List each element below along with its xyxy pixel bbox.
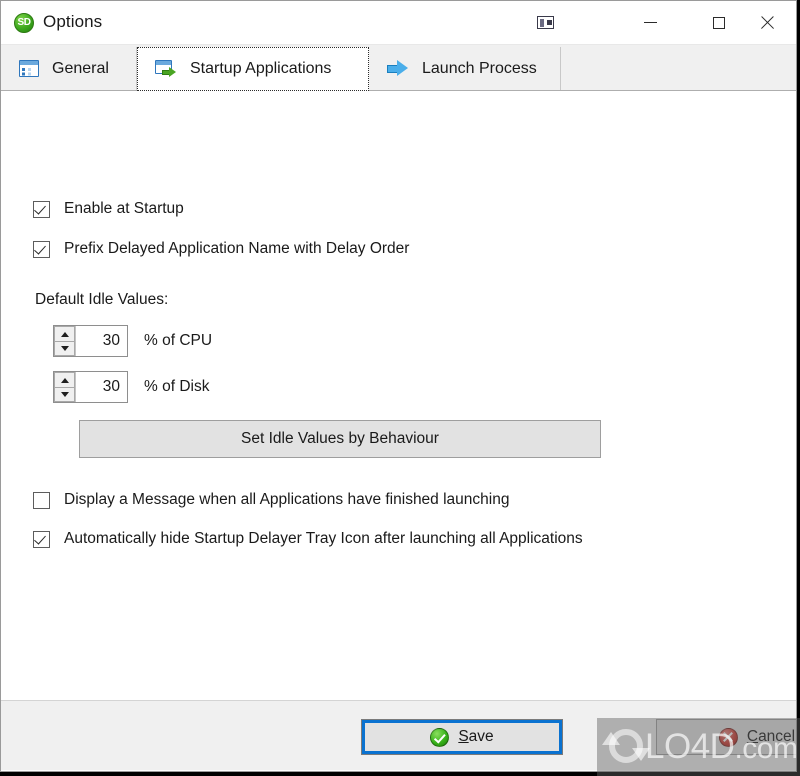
tab-launch-process-label: Launch Process (422, 59, 537, 77)
save-rest: ave (468, 728, 494, 745)
chevron-down-icon (60, 392, 69, 397)
save-button-label: Save (458, 728, 493, 746)
minimize-icon (643, 22, 657, 23)
window-form-icon (19, 60, 39, 77)
disk-spinner[interactable]: 30 (53, 371, 128, 403)
default-idle-values-heading: Default Idle Values: (35, 291, 169, 308)
disk-spinner-buttons[interactable] (54, 372, 76, 402)
checkbox-auto-hide-tray-icon-label: Automatically hide Startup Delayer Tray … (64, 530, 583, 547)
save-accel: S (458, 728, 469, 745)
tab-startup-applications[interactable]: Startup Applications (137, 47, 369, 91)
checkbox-enable-at-startup-label: Enable at Startup (64, 200, 184, 217)
chevron-down-icon (60, 346, 69, 351)
idle-value-cpu-row: 30 % of CPU (53, 325, 212, 357)
disk-unit-label: % of Disk (144, 378, 210, 395)
checkbox-prefix-delayed-name-label: Prefix Delayed Application Name with Del… (64, 240, 410, 257)
checkbox-row-display-message[interactable]: Display a Message when all Applications … (33, 491, 509, 509)
idle-value-disk-row: 30 % of Disk (53, 371, 209, 403)
blue-arrow-icon (387, 60, 409, 77)
tab-general-label: General (52, 59, 109, 77)
disk-spinner-down-button[interactable] (54, 387, 75, 402)
maximize-icon (713, 16, 725, 29)
close-button[interactable] (744, 1, 790, 44)
cancel-rest: ancel (758, 728, 796, 745)
save-button[interactable]: Save (361, 719, 563, 755)
window-green-arrow-icon (155, 60, 177, 78)
startup-delayer-logo: SD (14, 13, 34, 33)
tab-launch-process[interactable]: Launch Process (369, 47, 561, 90)
maximize-button[interactable] (696, 1, 742, 44)
cancel-button[interactable]: Cancel (656, 719, 796, 755)
dock-panel-icon (536, 16, 554, 29)
tab-strip: General Startup Applications Launch Proc… (1, 45, 796, 91)
cpu-spinner[interactable]: 30 (53, 325, 128, 357)
close-icon (760, 16, 774, 30)
chevron-up-icon (60, 331, 69, 337)
checkbox-prefix-delayed-name[interactable] (33, 240, 50, 258)
tab-content-startup-applications: Enable at Startup Prefix Delayed Applica… (1, 91, 796, 700)
title-bar: SD Options (1, 1, 796, 45)
cpu-value-input[interactable]: 30 (76, 326, 127, 356)
disk-spinner-up-button[interactable] (54, 372, 75, 387)
cancel-button-label: Cancel (747, 728, 795, 746)
checkbox-row-auto-hide-tray-icon[interactable]: Automatically hide Startup Delayer Tray … (33, 530, 583, 548)
dock-panel-button[interactable] (522, 1, 568, 44)
checkbox-display-message[interactable] (33, 491, 50, 509)
checkbox-enable-at-startup[interactable] (33, 200, 50, 218)
disk-value-input[interactable]: 30 (76, 372, 127, 402)
checkbox-row-enable-at-startup[interactable]: Enable at Startup (33, 200, 184, 218)
cpu-unit-label: % of CPU (144, 332, 213, 349)
options-window: SD Options General Startup Applications (0, 0, 797, 772)
red-x-circle-icon (718, 727, 738, 747)
set-idle-values-by-behaviour-button[interactable]: Set Idle Values by Behaviour (79, 420, 601, 458)
minimize-button[interactable] (627, 1, 673, 44)
cpu-spinner-buttons[interactable] (54, 326, 76, 356)
tab-general[interactable]: General (1, 47, 137, 90)
cpu-spinner-down-button[interactable] (54, 341, 75, 356)
window-title: Options (43, 12, 103, 31)
cpu-spinner-up-button[interactable] (54, 326, 75, 341)
green-check-circle-icon (430, 727, 450, 747)
checkbox-display-message-label: Display a Message when all Applications … (64, 491, 510, 508)
checkbox-row-prefix-delayed-name[interactable]: Prefix Delayed Application Name with Del… (33, 240, 409, 258)
footer-bar: Save Cancel (1, 700, 796, 770)
chevron-up-icon (60, 377, 69, 383)
cancel-accel: C (746, 728, 759, 745)
tab-startup-applications-label: Startup Applications (190, 60, 332, 77)
checkbox-auto-hide-tray-icon[interactable] (33, 530, 50, 548)
